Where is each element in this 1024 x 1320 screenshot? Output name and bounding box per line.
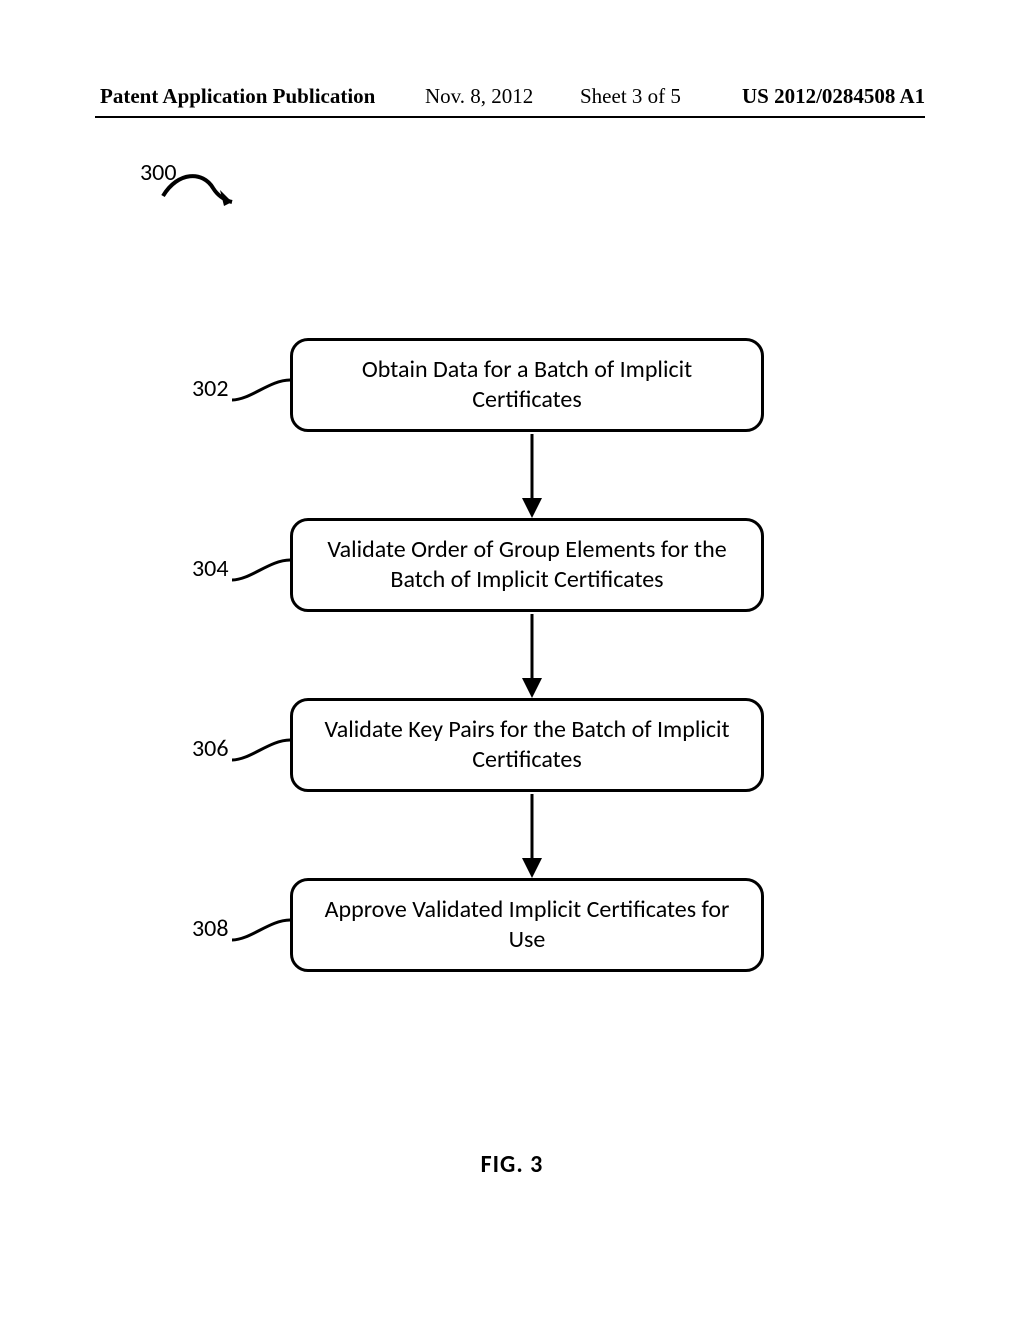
- leader-line-icon: [230, 916, 292, 944]
- down-arrow-icon: [520, 434, 544, 518]
- header-date: Nov. 8, 2012: [425, 84, 533, 109]
- flow-box-306: Validate Key Pairs for the Batch of Impl…: [290, 698, 764, 792]
- flow-box-text: Obtain Data for a Batch of Implicit Cert…: [311, 355, 743, 415]
- figure-caption: FIG. 3: [0, 1150, 1024, 1179]
- flow-box-302: Obtain Data for a Batch of Implicit Cert…: [290, 338, 764, 432]
- leader-line-icon: [230, 736, 292, 764]
- step-label-304: 304: [192, 554, 229, 583]
- leader-line-icon: [230, 376, 292, 404]
- flow-box-text: Validate Order of Group Elements for the…: [311, 535, 743, 595]
- curvy-arrow-icon: [158, 166, 248, 216]
- step-label-308: 308: [192, 914, 229, 943]
- down-arrow-icon: [520, 614, 544, 698]
- header-publication: Patent Application Publication: [100, 84, 375, 109]
- flow-box-text: Approve Validated Implicit Certificates …: [311, 895, 743, 955]
- header-appnum: US 2012/0284508 A1: [742, 84, 925, 109]
- patent-page: Patent Application Publication Nov. 8, 2…: [0, 0, 1024, 1320]
- step-label-302: 302: [192, 374, 229, 403]
- flow-box-304: Validate Order of Group Elements for the…: [290, 518, 764, 612]
- flow-box-308: Approve Validated Implicit Certificates …: [290, 878, 764, 972]
- step-label-306: 306: [192, 734, 229, 763]
- down-arrow-icon: [520, 794, 544, 878]
- leader-line-icon: [230, 556, 292, 584]
- flow-box-text: Validate Key Pairs for the Batch of Impl…: [311, 715, 743, 775]
- header-rule: [95, 116, 925, 118]
- header-sheet: Sheet 3 of 5: [580, 84, 681, 109]
